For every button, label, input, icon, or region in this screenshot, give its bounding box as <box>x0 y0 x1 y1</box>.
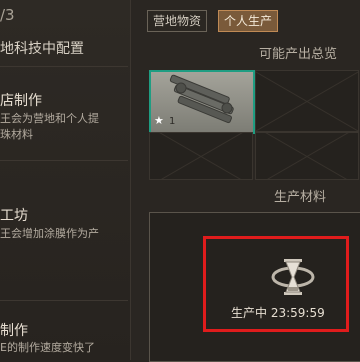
item-quantity: 1 <box>169 116 176 127</box>
tab-camp-supplies[interactable]: 营地物资 <box>147 10 208 32</box>
output-slot-1[interactable]: ★ 1 <box>149 70 255 134</box>
section-title: 地科技中配置 <box>0 41 84 57</box>
output-slot-2[interactable] <box>255 70 359 132</box>
left-panel: /3 地科技中配置 店制作 王会为营地和个人提 珠材料 工坊 王会增加涂膜作为产… <box>0 0 131 360</box>
tab-personal-production[interactable]: 个人生产 <box>218 10 279 32</box>
divider <box>0 300 128 301</box>
output-overview-title: 可能产出总览 <box>259 47 338 62</box>
materials-title: 生产材料 <box>274 190 327 205</box>
output-slot-4[interactable] <box>255 132 359 180</box>
divider <box>0 160 128 161</box>
tech-item-desc: E的制作速度变快了 <box>0 341 95 354</box>
production-timer: 生产中 23:59:59 <box>231 306 325 320</box>
tech-item-desc: 王会为营地和个人提 珠材料 <box>0 112 99 141</box>
tech-item-desc: 王会增加涂膜作为产 <box>0 227 99 240</box>
tech-item-title: 制作 <box>0 323 28 339</box>
divider <box>0 66 128 67</box>
right-panel: 营地物资 个人生产 可能产出总览 ★ 1 生产材料 生产中 23:59:59 <box>131 0 360 362</box>
metal-rods-icon <box>169 74 234 124</box>
output-slot-3[interactable] <box>149 132 253 180</box>
tech-item-title: 工坊 <box>0 208 28 224</box>
tech-item-title: 店制作 <box>0 93 42 109</box>
level-indicator: /3 <box>0 6 15 24</box>
hourglass-icon <box>271 259 315 295</box>
rarity-star-icon: ★ <box>154 114 164 127</box>
